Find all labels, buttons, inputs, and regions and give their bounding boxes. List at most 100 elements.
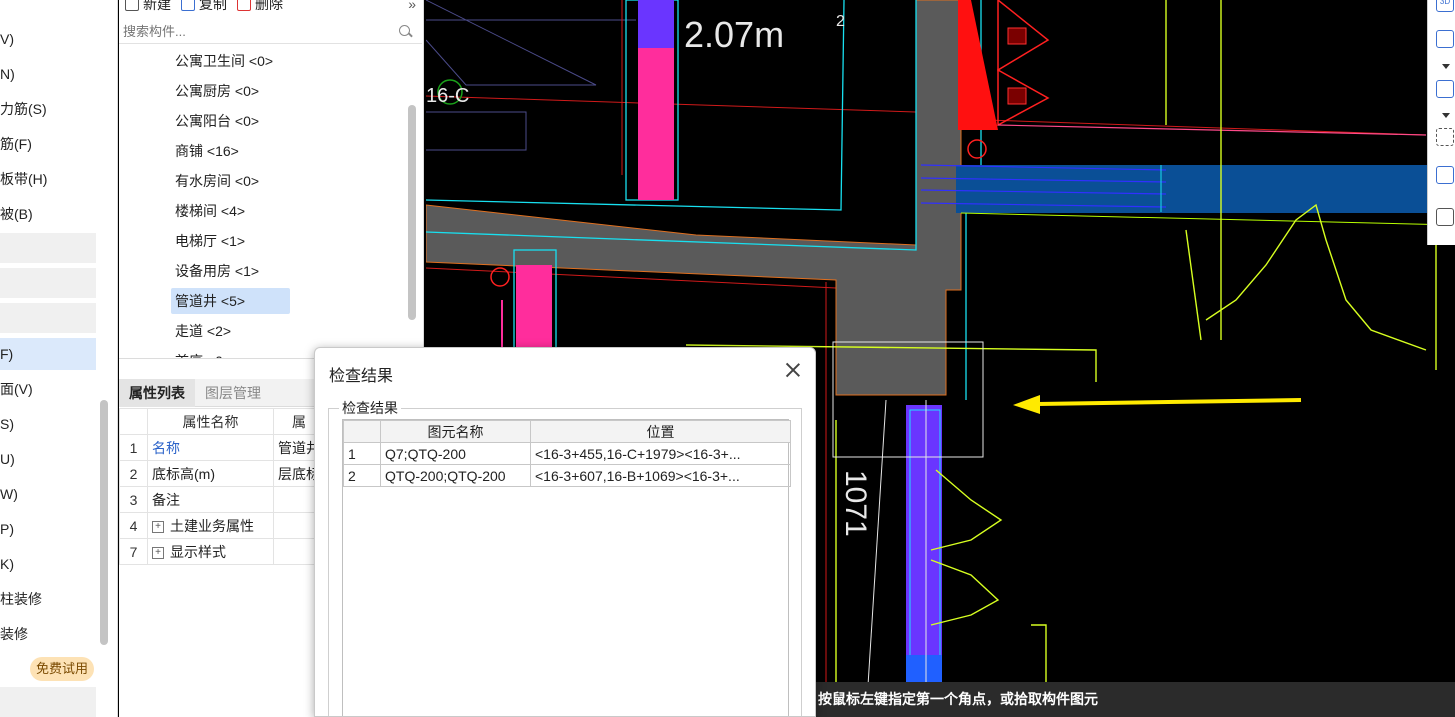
- nav-item[interactable]: P): [0, 514, 14, 544]
- property-row[interactable]: 2 底标高(m) 层底标: [119, 460, 325, 487]
- list-view-icon[interactable]: [1436, 208, 1454, 226]
- new-icon: [125, 0, 139, 11]
- dashed-select-icon[interactable]: [1436, 128, 1454, 146]
- property-name: + 土建业务属性: [147, 512, 274, 539]
- component-toolbar: 新建 复制 删除 »: [119, 0, 423, 16]
- row-num: 2: [119, 460, 148, 487]
- property-row[interactable]: 4 + 土建业务属性: [119, 512, 325, 539]
- nav-item[interactable]: 筋(F): [0, 129, 32, 159]
- search-input[interactable]: [119, 20, 389, 42]
- table-row[interactable]: 2 QTQ-200;QTQ-200 <16-3+607,16-B+1069><1…: [343, 464, 791, 487]
- property-group-label: 显示样式: [170, 543, 226, 560]
- free-trial-badge[interactable]: 免费试用: [30, 657, 95, 681]
- delete-button[interactable]: 删除: [237, 0, 283, 14]
- property-group-label: 土建业务属性: [170, 517, 254, 534]
- tree-item[interactable]: 公寓阳台 <0>: [171, 108, 263, 134]
- tab-property-list[interactable]: 属性列表: [119, 379, 195, 407]
- nav-item-blank[interactable]: [0, 687, 96, 717]
- search-icon[interactable]: [399, 25, 410, 36]
- nav-item[interactable]: 面(V): [0, 374, 33, 404]
- nav-item-blank[interactable]: [0, 268, 96, 298]
- nav-item-selected[interactable]: F): [0, 339, 13, 369]
- nav-item[interactable]: 力筋(S): [0, 94, 47, 124]
- element-name: Q7;QTQ-200: [380, 442, 531, 465]
- tree-item[interactable]: 走道 <2>: [171, 318, 235, 344]
- nav-item[interactable]: 柱装修: [0, 584, 42, 614]
- tree-item[interactable]: 有水房间 <0>: [171, 168, 263, 194]
- row-num: 4: [119, 512, 148, 539]
- groupbox-label: 检查结果: [339, 398, 401, 418]
- copy-icon: [181, 0, 195, 11]
- chevron-down-icon[interactable]: [1442, 113, 1450, 118]
- more-button[interactable]: »: [408, 0, 416, 12]
- row-num: 3: [119, 486, 148, 513]
- copy-label: 复制: [199, 0, 227, 12]
- delete-label: 删除: [255, 0, 283, 12]
- header-element-name[interactable]: 图元名称: [380, 420, 531, 443]
- header-property-name: 属性名称: [147, 408, 274, 435]
- tree-item-selected[interactable]: 管道井 <5>: [171, 288, 290, 314]
- property-row[interactable]: 1 名称 管道井: [119, 434, 325, 461]
- row-num: 7: [119, 538, 148, 565]
- delete-icon: [237, 0, 251, 11]
- axis-label: 16-C: [426, 85, 469, 107]
- header-num: [119, 408, 148, 435]
- property-row[interactable]: 3 备注: [119, 486, 325, 513]
- element-name: QTQ-200;QTQ-200: [380, 464, 531, 487]
- result-table: 图元名称 位置 1 Q7;QTQ-200 <16-3+455,16-C+1979…: [343, 420, 791, 487]
- new-label: 新建: [143, 0, 171, 12]
- close-icon[interactable]: [783, 360, 803, 380]
- background-lines: [426, 0, 636, 151]
- row-num: 1: [119, 434, 148, 461]
- property-name: 备注: [147, 486, 274, 513]
- property-row[interactable]: 7 + 显示样式: [119, 538, 325, 565]
- box-icon[interactable]: [1436, 80, 1454, 98]
- nav-item[interactable]: V): [0, 24, 14, 54]
- tree-item[interactable]: 商铺 <16>: [171, 138, 243, 164]
- table-row[interactable]: 1 Q7;QTQ-200 <16-3+455,16-C+1979><16-3+.…: [343, 442, 791, 465]
- tree-item[interactable]: 设备用房 <1>: [171, 258, 263, 284]
- expand-icon[interactable]: +: [152, 520, 164, 533]
- nav-item-selected-bg: [0, 338, 96, 370]
- 3d-view-icon[interactable]: 3D: [1436, 0, 1454, 12]
- nav-item[interactable]: N): [0, 59, 15, 89]
- nav-item[interactable]: 被(B): [0, 199, 33, 229]
- check-result-dialog: 检查结果 检查结果 图元名称 位置 1 Q7;QTQ-200 <16-3+455…: [314, 347, 816, 717]
- nav-item[interactable]: W): [0, 479, 18, 509]
- nav-item-blank[interactable]: [0, 233, 96, 263]
- nav-item[interactable]: 板带(H): [0, 164, 47, 194]
- header-num: [343, 420, 381, 443]
- expand-icon[interactable]: +: [152, 546, 164, 559]
- walls: [426, 0, 962, 396]
- vertical-dimension-label: 1071: [839, 470, 872, 537]
- property-name: + 显示样式: [147, 538, 274, 565]
- tree-item[interactable]: 楼梯间 <4>: [171, 198, 249, 224]
- tree-item[interactable]: 公寓卫生间 <0>: [171, 48, 277, 74]
- chevron-down-icon[interactable]: [1442, 64, 1450, 69]
- property-name: 名称: [147, 434, 274, 461]
- new-button[interactable]: 新建: [125, 0, 171, 14]
- dialog-title: 检查结果: [329, 368, 394, 385]
- header-position[interactable]: 位置: [530, 420, 791, 443]
- nav-item[interactable]: U): [0, 444, 15, 474]
- copy-button[interactable]: 复制: [181, 0, 227, 14]
- tree-item[interactable]: 首序 <0>: [171, 348, 235, 358]
- cube-outline-icon[interactable]: [1436, 166, 1454, 184]
- cube-icon[interactable]: [1436, 30, 1454, 48]
- nav-scrollbar[interactable]: [100, 400, 108, 645]
- element-position: <16-3+455,16-C+1979><16-3+...: [530, 442, 791, 465]
- property-name: 底标高(m): [147, 460, 274, 487]
- status-prompt-bar: 按鼠标左键指定第一个角点，或拾取构件图元: [816, 682, 1455, 717]
- nav-item[interactable]: K): [0, 549, 14, 579]
- nav-item[interactable]: S): [0, 409, 14, 439]
- tree-item[interactable]: 公寓厨房 <0>: [171, 78, 263, 104]
- property-table: 属性名称 属 1 名称 管道井 2 底标高(m) 层底标 3 备注 4 + 土建业…: [119, 408, 325, 565]
- tree-item[interactable]: 电梯厅 <1>: [171, 228, 249, 254]
- component-panel: 新建 复制 删除 » 公寓卫生间 <0> 公寓厨房 <0> 公寓阳台 <0> 商…: [119, 0, 424, 358]
- element-position: <16-3+607,16-B+1069><16-3+...: [530, 464, 791, 487]
- tab-layer-manager[interactable]: 图层管理: [195, 379, 271, 407]
- component-scrollbar[interactable]: [408, 105, 416, 320]
- nav-item[interactable]: 装修: [0, 619, 28, 649]
- nav-item-blank[interactable]: [0, 303, 96, 333]
- beam: [920, 164, 1455, 226]
